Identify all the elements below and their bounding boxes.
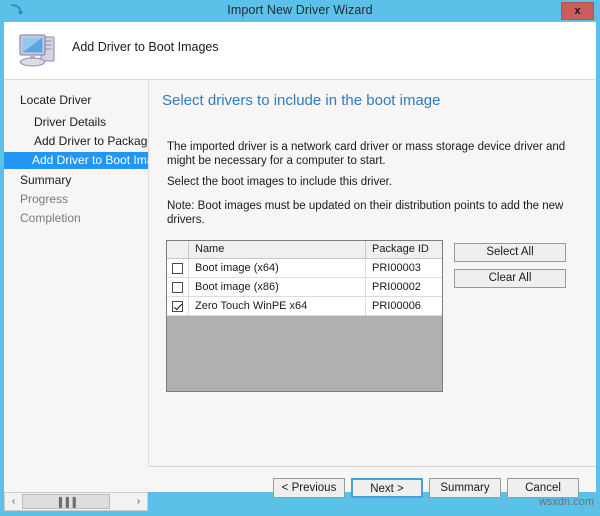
wizard-header: Add Driver to Boot Images xyxy=(4,22,596,80)
row-package-id: PRI00003 xyxy=(366,259,442,277)
scroll-right-arrow-icon[interactable]: › xyxy=(130,493,147,510)
watermark: wsxdn.com xyxy=(539,496,594,508)
wizard-window: Import New Driver Wizard x Add Driver to… xyxy=(0,0,600,516)
row-checkbox-cell xyxy=(167,297,189,315)
row-checkbox-cell xyxy=(167,259,189,277)
previous-button[interactable]: < Previous xyxy=(273,478,345,498)
close-button[interactable]: x xyxy=(561,2,594,20)
wizard-footer: < Previous Next > Summary Cancel xyxy=(4,467,596,492)
column-header-name[interactable]: Name xyxy=(189,241,366,258)
description-paragraph-1: The imported driver is a network card dr… xyxy=(167,140,579,168)
scrollbar-grip-icon: ▐▐▐ xyxy=(56,497,77,507)
row-name: Boot image (x64) xyxy=(189,259,366,277)
row-checkbox-cell xyxy=(167,278,189,296)
column-header-package-id[interactable]: Package ID xyxy=(366,241,442,258)
column-header-checkbox xyxy=(167,241,189,258)
row-checkbox[interactable] xyxy=(172,301,183,312)
cancel-button[interactable]: Cancel xyxy=(507,478,579,498)
row-name: Zero Touch WinPE x64 xyxy=(189,297,366,315)
sidebar-item-completion[interactable]: Completion xyxy=(20,210,81,227)
list-header-row: Name Package ID xyxy=(167,241,442,259)
wizard-steps-sidebar: Locate Driver Driver Details Add Driver … xyxy=(4,80,148,492)
scrollbar-thumb[interactable]: ▐▐▐ xyxy=(22,494,110,509)
note-paragraph: Note: Boot images must be updated on the… xyxy=(167,199,579,227)
boot-image-list[interactable]: Name Package ID Boot image (x64) PRI0000… xyxy=(166,240,443,392)
summary-button[interactable]: Summary xyxy=(429,478,501,498)
table-row[interactable]: Zero Touch WinPE x64 PRI00006 xyxy=(167,297,442,316)
row-name: Boot image (x86) xyxy=(189,278,366,296)
row-checkbox[interactable] xyxy=(172,263,183,274)
computer-icon xyxy=(16,30,62,72)
window-title: Import New Driver Wizard xyxy=(0,3,600,17)
clear-all-button[interactable]: Clear All xyxy=(454,269,566,288)
row-package-id: PRI00002 xyxy=(366,278,442,296)
sidebar-item-summary[interactable]: Summary xyxy=(20,172,71,189)
table-row[interactable]: Boot image (x86) PRI00002 xyxy=(167,278,442,297)
page-title: Select drivers to include in the boot im… xyxy=(162,92,441,109)
sidebar-item-progress[interactable]: Progress xyxy=(20,191,68,208)
table-row[interactable]: Boot image (x64) PRI00003 xyxy=(167,259,442,278)
scrollbar-track[interactable]: ▐▐▐ xyxy=(22,493,130,510)
select-all-button[interactable]: Select All xyxy=(454,243,566,262)
sidebar-item-locate-driver[interactable]: Locate Driver xyxy=(20,92,91,109)
header-title: Add Driver to Boot Images xyxy=(72,40,219,54)
title-bar: Import New Driver Wizard x xyxy=(0,0,600,22)
description-paragraph-2: Select the boot images to include this d… xyxy=(167,175,579,189)
next-button[interactable]: Next > xyxy=(351,478,423,498)
row-package-id: PRI00006 xyxy=(366,297,442,315)
sidebar-item-add-driver-to-boot-images[interactable]: Add Driver to Boot Images xyxy=(4,152,148,169)
row-checkbox[interactable] xyxy=(172,282,183,293)
wizard-content: Select drivers to include in the boot im… xyxy=(149,80,596,492)
sidebar-item-driver-details[interactable]: Driver Details xyxy=(34,114,106,131)
horizontal-scrollbar[interactable]: ‹ ▐▐▐ › xyxy=(4,492,148,511)
sidebar-item-add-driver-to-packages[interactable]: Add Driver to Packages xyxy=(34,133,148,150)
scroll-left-arrow-icon[interactable]: ‹ xyxy=(5,493,22,510)
